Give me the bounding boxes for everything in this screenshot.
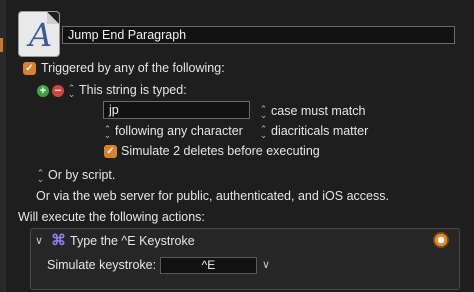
case-option-popup[interactable]: ⌃ ⌄ case must match: [259, 103, 366, 120]
simulate-deletes-checkbox[interactable]: ✓: [104, 145, 117, 158]
letter-a-icon: A: [29, 16, 53, 54]
updown-chevron-icon: ⌃ ⌄: [259, 123, 268, 140]
following-option-label: following any character: [115, 124, 243, 138]
keystroke-field[interactable]: ^E: [160, 257, 257, 274]
string-trigger-popup[interactable]: ⌃ ⌄ This string is typed:: [67, 82, 187, 99]
action-title[interactable]: Type the ^E Keystroke: [70, 234, 195, 248]
actions-header: Will execute the following actions:: [18, 210, 205, 224]
collapse-chevron-icon[interactable]: ∨: [35, 234, 43, 247]
remove-trigger-button[interactable]: −: [52, 85, 64, 97]
gear-icon[interactable]: [433, 232, 449, 248]
or-by-script-label: Or by script.: [48, 168, 116, 182]
simulate-keystroke-label: Simulate keystroke:: [47, 258, 157, 272]
or-by-script-popup[interactable]: ⌃ ⌄ Or by script.: [36, 167, 116, 184]
triggered-checkbox[interactable]: ✓: [23, 62, 36, 75]
command-key-icon: ⌘: [51, 232, 66, 249]
updown-chevron-icon: ⌃ ⌄: [67, 82, 76, 99]
case-option-label: case must match: [271, 104, 366, 118]
keystroke-dropdown-chevron-icon[interactable]: ∨: [262, 258, 270, 271]
following-option-popup[interactable]: ⌃ ⌄ following any character: [103, 123, 243, 140]
web-server-text: Or via the web server for public, authen…: [36, 189, 389, 203]
diacriticals-option-label: diacriticals matter: [271, 124, 369, 138]
macro-name-field[interactable]: Jump End Paragraph: [62, 26, 455, 44]
string-trigger-label: This string is typed:: [79, 83, 187, 97]
macro-icon[interactable]: A: [18, 11, 60, 57]
typed-string-input[interactable]: jp: [103, 101, 250, 119]
add-trigger-button[interactable]: +: [37, 85, 49, 97]
updown-chevron-icon: ⌃ ⌄: [259, 103, 268, 120]
updown-chevron-icon: ⌃ ⌄: [36, 167, 45, 184]
left-edge-marker: [0, 38, 3, 52]
updown-chevron-icon: ⌃ ⌄: [103, 123, 112, 140]
left-edge-strip: [0, 0, 6, 292]
triggered-label: Triggered by any of the following:: [41, 61, 225, 75]
diacriticals-option-popup[interactable]: ⌃ ⌄ diacriticals matter: [259, 123, 369, 140]
simulate-deletes-label: Simulate 2 deletes before executing: [121, 144, 320, 158]
